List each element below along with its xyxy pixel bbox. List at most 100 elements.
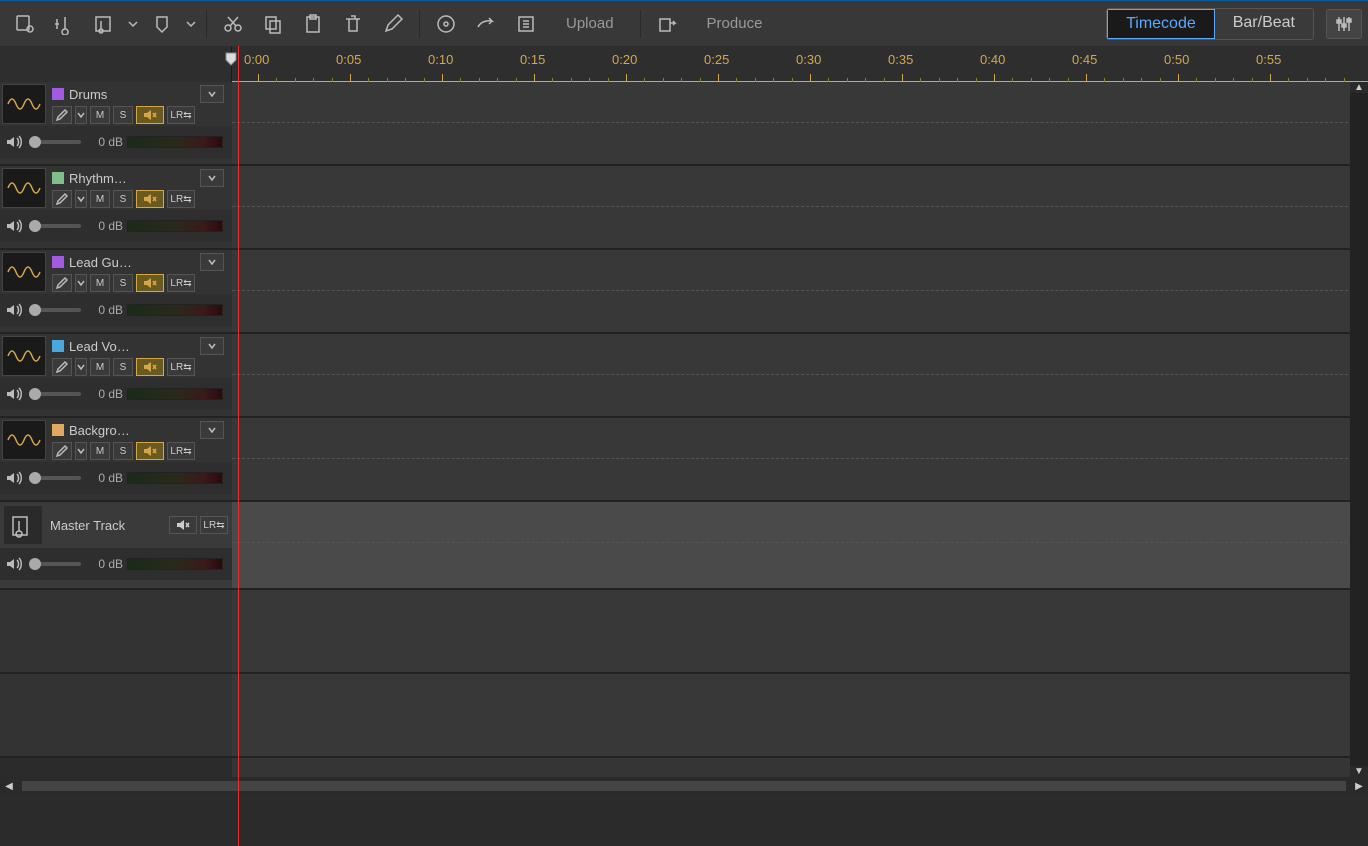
mute-button[interactable]: M [90,190,110,208]
track-thumbnail[interactable] [2,84,46,124]
track-name-label[interactable]: Lead Vo… [69,339,195,354]
solo-button[interactable]: S [113,274,133,292]
scroll-right-arrow[interactable]: ▶ [1350,781,1368,792]
timecode-view-button[interactable]: Timecode [1107,9,1215,39]
volume-slider[interactable] [29,140,81,144]
mute-button[interactable]: M [90,274,110,292]
scroll-up-arrow[interactable]: ▲ [1350,82,1368,93]
speaker-button[interactable] [136,190,164,208]
track-lane[interactable] [232,334,1368,418]
copy-button[interactable] [255,8,291,40]
track-name-label[interactable]: Lead Gu… [69,255,195,270]
volume-knob[interactable] [29,388,41,400]
delete-button[interactable] [335,8,371,40]
volume-slider[interactable] [29,476,81,480]
mute-button[interactable]: M [90,358,110,376]
track-lane[interactable] [232,82,1368,166]
track-automation-button[interactable] [52,358,72,376]
master-speaker-button[interactable] [169,516,197,534]
track-automation-button[interactable] [52,442,72,460]
marker-button[interactable] [144,8,180,40]
track-automation-dropdown[interactable] [75,190,87,208]
track-lane[interactable] [232,418,1368,502]
hscroll-thumb[interactable] [22,781,1346,791]
track-lane[interactable] [232,250,1368,334]
solo-button[interactable]: S [113,358,133,376]
export-icon-button[interactable] [649,8,685,40]
master-volume-slider[interactable] [29,562,81,566]
track-thumbnail[interactable] [2,336,46,376]
speaker-button[interactable] [136,106,164,124]
vertical-scrollbar[interactable]: ▲ ▼ [1350,82,1368,777]
track-menu-button[interactable] [200,169,224,187]
track-menu-button[interactable] [200,337,224,355]
scroll-left-arrow[interactable]: ◀ [0,781,18,792]
speaker-button[interactable] [136,442,164,460]
add-track-button[interactable] [46,8,82,40]
master-lr-button[interactable]: LR⇆ [200,516,228,534]
marker-dropdown[interactable] [184,19,198,29]
master-track-name[interactable]: Master Track [50,518,161,533]
speaker-button[interactable] [136,358,164,376]
edit-button[interactable] [375,8,411,40]
solo-button[interactable]: S [113,442,133,460]
barbeat-view-button[interactable]: Bar/Beat [1215,9,1313,39]
master-track-lane[interactable] [232,502,1368,590]
track-name-label[interactable]: Rhythm… [69,171,195,186]
volume-knob[interactable] [29,558,41,570]
disc-button[interactable] [428,8,464,40]
track-color-swatch[interactable] [52,340,64,352]
track-automation-button[interactable] [52,274,72,292]
track-thumbnail[interactable] [2,420,46,460]
track-name-label[interactable]: Backgro… [69,423,195,438]
ruler-scale[interactable]: 0:000:050:100:150:200:250:300:350:400:45… [232,46,1368,82]
track-name-label[interactable]: Drums [69,87,195,102]
track-menu-button[interactable] [200,85,224,103]
hscroll-track[interactable] [22,781,1346,791]
library-dropdown[interactable] [126,19,140,29]
track-automation-button[interactable] [52,190,72,208]
track-thumbnail[interactable] [2,168,46,208]
track-color-swatch[interactable] [52,88,64,100]
track-menu-button[interactable] [200,421,224,439]
mixer-button[interactable] [1326,9,1362,39]
track-color-swatch[interactable] [52,256,64,268]
volume-knob[interactable] [29,220,41,232]
upload-button[interactable]: Upload [548,8,632,40]
volume-slider[interactable] [29,392,81,396]
timeline-panel[interactable] [232,82,1368,777]
track-thumbnail[interactable] [2,252,46,292]
empty-lane[interactable] [232,674,1368,758]
channel-lr-button[interactable]: LR⇆ [167,274,195,292]
speaker-button[interactable] [136,274,164,292]
track-color-swatch[interactable] [52,424,64,436]
volume-knob[interactable] [29,136,41,148]
cut-button[interactable] [215,8,251,40]
volume-slider[interactable] [29,224,81,228]
library-button[interactable] [86,8,122,40]
project-settings-button[interactable] [6,8,42,40]
track-automation-dropdown[interactable] [75,274,87,292]
channel-lr-button[interactable]: LR⇆ [167,358,195,376]
effects-button[interactable] [508,8,544,40]
track-color-swatch[interactable] [52,172,64,184]
vscroll-track[interactable] [1350,93,1368,766]
track-lane[interactable] [232,166,1368,250]
track-automation-dropdown[interactable] [75,442,87,460]
scroll-down-arrow[interactable]: ▼ [1350,766,1368,777]
solo-button[interactable]: S [113,190,133,208]
track-automation-button[interactable] [52,106,72,124]
track-menu-button[interactable] [200,253,224,271]
track-automation-dropdown[interactable] [75,358,87,376]
mute-button[interactable]: M [90,442,110,460]
volume-knob[interactable] [29,304,41,316]
share-button[interactable] [468,8,504,40]
channel-lr-button[interactable]: LR⇆ [167,442,195,460]
volume-knob[interactable] [29,472,41,484]
paste-button[interactable] [295,8,331,40]
channel-lr-button[interactable]: LR⇆ [167,106,195,124]
empty-lane[interactable] [232,590,1368,674]
mute-button[interactable]: M [90,106,110,124]
channel-lr-button[interactable]: LR⇆ [167,190,195,208]
volume-slider[interactable] [29,308,81,312]
